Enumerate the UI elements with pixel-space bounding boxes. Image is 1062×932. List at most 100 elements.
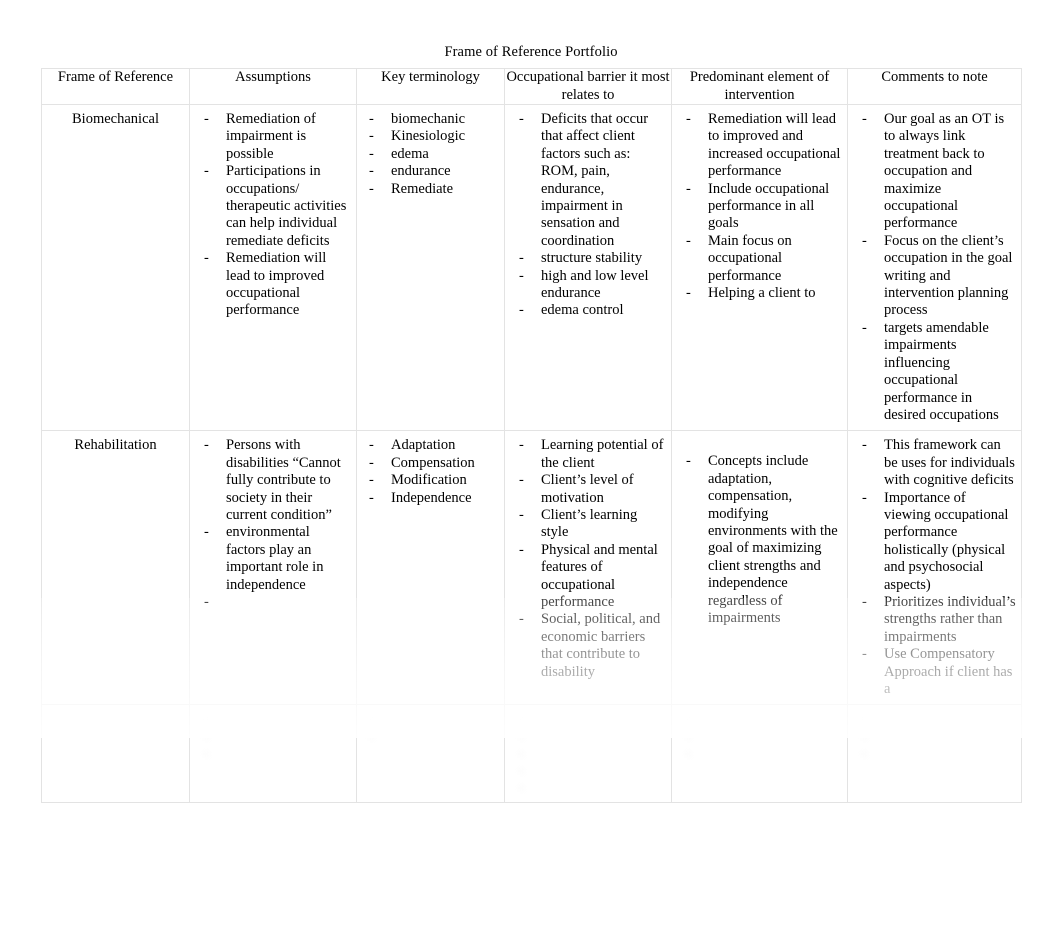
cell-occupational-barrier: ​ ​ ​ ​ ​ (504, 704, 672, 804)
frame-of-reference-table-wrapper: Frame of Reference Assumptions Key termi… (41, 68, 1022, 804)
cell-frame-of-reference: Rehabilitation (41, 430, 190, 706)
list-item: ​ (361, 711, 499, 728)
cell-assumptions: Persons with disabilities “Cannot fully … (189, 430, 357, 706)
document-page: Frame of Reference Portfolio Frame of Re… (0, 0, 1062, 932)
cell-key-terminology: ​ ​ (356, 704, 505, 804)
list-item: Remediation will lead to improved and in… (676, 111, 842, 181)
bullet-list-occupational-barrier: Deficits that occur that affect client f… (505, 105, 671, 326)
list-item: Kinesiologic (361, 128, 499, 146)
list-item: environmental factors play an important … (194, 524, 351, 594)
list-item: targets amendable impairments influencin… (852, 320, 1016, 424)
bullet-list-key-terminology: ​ ​ (357, 705, 504, 751)
list-item: ​ (194, 711, 351, 728)
bullet-list-comments: Our goal as an OT is to always link trea… (848, 105, 1021, 430)
list-item: Client’s learning style (509, 507, 666, 542)
list-item: edema control (509, 302, 666, 320)
bullet-list-predominant-element: Remediation will lead to improved and in… (672, 105, 847, 308)
list-item-empty (194, 594, 351, 612)
list-item: Adaptation (361, 437, 499, 455)
list-item: Use Compensatory Approach if client has … (852, 646, 1016, 698)
list-item: Modification (361, 472, 499, 490)
list-item: ​ (194, 745, 351, 762)
list-item: Helping a client to (676, 285, 842, 303)
list-item: ​ (852, 711, 1016, 728)
list-item: Importance of viewing occupational perfo… (852, 490, 1016, 594)
list-item: Our goal as an OT is to always link trea… (852, 111, 1016, 233)
cell-predominant-element: Concepts include adaptation, compensatio… (671, 430, 848, 706)
table-header: Frame of Reference Assumptions Key termi… (41, 68, 1022, 105)
table-header-row: Frame of Reference Assumptions Key termi… (41, 68, 1022, 105)
cell-key-terminology: Adaptation Compensation Modification Ind… (356, 430, 505, 706)
cell-comments: ​ ​ ​ (847, 704, 1022, 804)
table-row: Biomechanical Remediation of impairment … (41, 103, 1022, 432)
cell-predominant-element: ​ ​ ​ (671, 704, 848, 804)
cell-assumptions: Remediation of impairment is possible Pa… (189, 103, 357, 432)
column-header-occupational-barrier: Occupational barrier it most relates to (504, 68, 672, 105)
table-body: Biomechanical Remediation of impairment … (41, 103, 1022, 804)
list-item: high and low level endurance (509, 268, 666, 303)
list-item: ​ (509, 728, 666, 745)
row-label: Biomechanical (72, 111, 159, 127)
column-header-key-terminology: Key terminology (356, 68, 505, 105)
bullet-list-assumptions: Persons with disabilities “Cannot fully … (190, 431, 356, 617)
list-item: Client’s level of motivation (509, 472, 666, 507)
list-item: ​ (361, 728, 499, 745)
list-item: endurance (361, 163, 499, 181)
list-item: Learning potential of the client (509, 437, 666, 472)
bullet-list-occupational-barrier: ​ ​ ​ ​ ​ (505, 705, 671, 802)
list-item: ​ (509, 745, 666, 762)
cell-occupational-barrier: Deficits that occur that affect client f… (504, 103, 672, 432)
list-item: Deficits that occur that affect client f… (509, 111, 666, 163)
cell-frame-of-reference: Biomechanical (41, 103, 190, 432)
list-item: Main focus on occupational performance (676, 233, 842, 285)
list-item: Prioritizes individual’s strengths rathe… (852, 594, 1016, 646)
list-item: Focus on the client’s occupation in the … (852, 233, 1016, 320)
cell-comments: This framework can be uses for individua… (847, 430, 1022, 706)
bullet-list-occupational-barrier: Learning potential of the client Client’… (505, 431, 671, 687)
list-item: ​ (509, 779, 666, 796)
list-item: structure stability (509, 250, 666, 268)
list-item: Concepts include adaptation, compensatio… (676, 453, 842, 627)
cell-occupational-barrier: Learning potential of the client Client’… (504, 430, 672, 706)
bullet-list-assumptions: Remediation of impairment is possible Pa… (190, 105, 356, 326)
list-item: Physical and mental features of occupati… (509, 542, 666, 612)
column-header-frame-of-reference: Frame of Reference (41, 68, 190, 105)
list-item: Participations in occupations/ therapeut… (194, 163, 351, 250)
bullet-list-comments: ​ ​ ​ (848, 705, 1021, 768)
list-item: ​ (852, 745, 1016, 762)
list-item: edema (361, 146, 499, 164)
list-item: ​ (852, 728, 1016, 745)
list-item: ​ (676, 728, 842, 745)
cell-frame-of-reference: ​ (41, 704, 190, 804)
cell-predominant-element: Remediation will lead to improved and in… (671, 103, 848, 432)
bullet-list-predominant-element: Concepts include adaptation, compensatio… (672, 431, 847, 633)
list-item: ​ (676, 711, 842, 728)
row-label: Rehabilitation (74, 437, 157, 454)
bullet-list-comments: This framework can be uses for individua… (848, 431, 1021, 704)
list-item: ​ (194, 728, 351, 745)
cell-key-terminology: biomechanic Kinesiologic edema endurance… (356, 103, 505, 432)
list-item: Include occupational performance in all … (676, 181, 842, 233)
bullet-list-key-terminology: Adaptation Compensation Modification Ind… (357, 431, 504, 513)
cell-comments: Our goal as an OT is to always link trea… (847, 103, 1022, 432)
list-item: Independence (361, 490, 499, 508)
list-item: ​ (509, 711, 666, 728)
list-item: Remediate (361, 181, 499, 199)
row-label: ​ (42, 705, 189, 734)
page-title: Frame of Reference Portfolio (444, 44, 618, 60)
column-header-comments-to-note: Comments to note (847, 68, 1022, 105)
list-item: Compensation (361, 455, 499, 473)
column-header-assumptions: Assumptions (189, 68, 357, 105)
list-item: This framework can be uses for individua… (852, 437, 1016, 489)
frame-of-reference-table: Frame of Reference Assumptions Key termi… (41, 68, 1022, 804)
bullet-list-assumptions: ​ ​ ​ (190, 705, 356, 768)
table-row-faded: ​ ​ ​ ​ ​ ​ (41, 704, 1022, 804)
bullet-list-predominant-element: ​ ​ ​ (672, 705, 847, 768)
column-header-predominant-element: Predominant element of intervention (671, 68, 848, 105)
list-item: Remediation of impairment is possible (194, 111, 351, 163)
table-row: Rehabilitation Persons with disabilities… (41, 430, 1022, 706)
list-item: ​ (676, 745, 842, 762)
list-item: ​ (509, 762, 666, 779)
bullet-list-key-terminology: biomechanic Kinesiologic edema endurance… (357, 105, 504, 204)
cell-assumptions: ​ ​ ​ (189, 704, 357, 804)
